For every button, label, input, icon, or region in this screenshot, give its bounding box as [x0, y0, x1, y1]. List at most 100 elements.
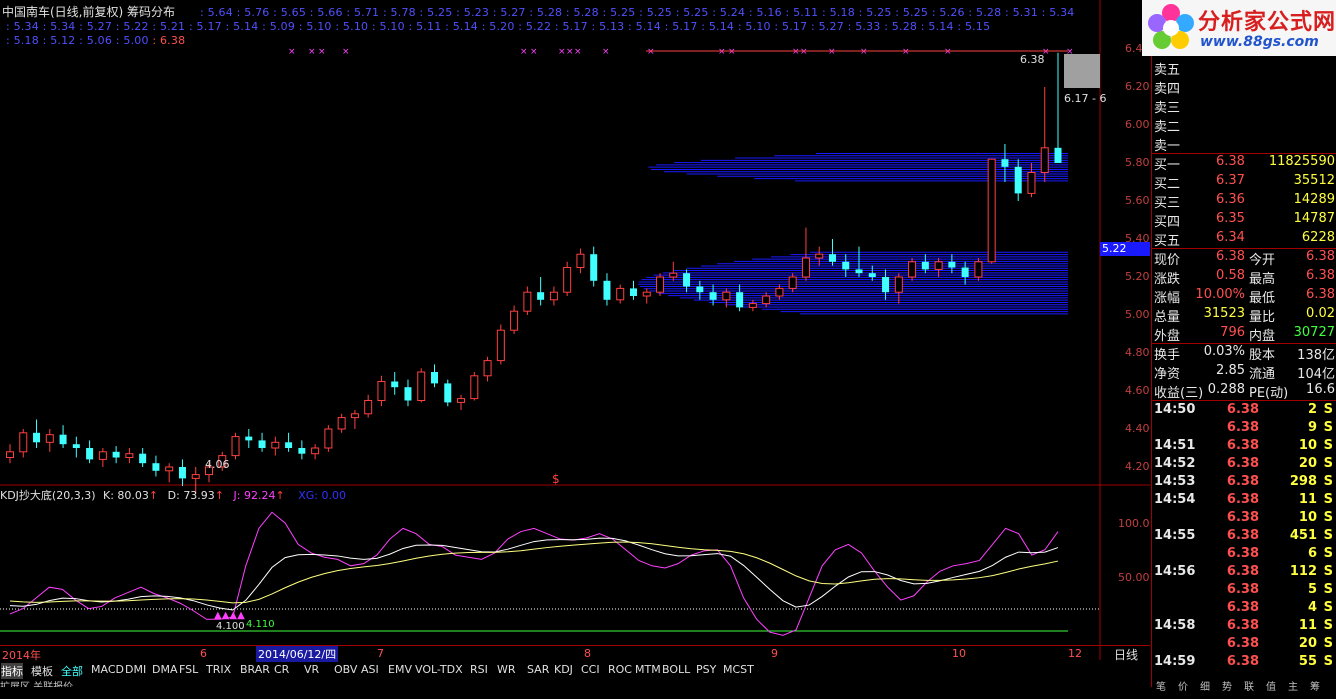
candle-body-up — [934, 261, 943, 270]
tab-wr[interactable]: WR — [497, 663, 516, 676]
candle-body-down — [736, 292, 744, 308]
finance-row: 净资 2.85 流通 104亿 — [1154, 363, 1335, 382]
tab-mtm[interactable]: MTM — [635, 663, 661, 676]
tick-row: 14:54 6.38 11 S — [1154, 492, 1333, 507]
price-axis-label: 6.20 — [1125, 80, 1150, 93]
kdj-low-label: ▲▲▲▲ — [214, 610, 245, 621]
logo-title: 分析家公式网 — [1198, 10, 1336, 35]
candle-body-down — [590, 254, 598, 281]
indicator-xg: XG: 0.00 — [298, 489, 346, 502]
stat-row: 涨跌 0.58 最高 6.38 — [1154, 268, 1335, 287]
indicator-k: K: 80.03 — [103, 489, 149, 502]
indicator-level-50: 50.00 — [1118, 571, 1150, 584]
tab-cr[interactable]: CR — [274, 663, 289, 676]
tab-vr[interactable]: VR — [304, 663, 319, 676]
indicator-legend: KDJ抄大底(20,3,3) K: 80.03↑ D: 73.93↑ J: 92… — [0, 489, 346, 502]
tab-obv[interactable]: OBV — [334, 663, 357, 676]
tab-模板[interactable]: 模板 — [31, 663, 53, 679]
price-axis-label: 5.80 — [1125, 156, 1150, 169]
tab-sar[interactable]: SAR — [527, 663, 549, 676]
candle-body-up — [510, 310, 519, 331]
tab-全部[interactable]: 全部 — [61, 663, 83, 679]
x-label-9: 9 — [771, 647, 778, 660]
tab-macd[interactable]: MACD — [91, 663, 124, 676]
candle-body-down — [1001, 159, 1009, 167]
signal-x-mark: × — [566, 47, 574, 57]
tab-dma[interactable]: DMA — [152, 663, 178, 676]
signal-x-mark: × — [288, 47, 296, 57]
tab-boll[interactable]: BOLL — [662, 663, 690, 676]
tick-row: 14:55 6.38 451 S — [1154, 528, 1333, 543]
tick-row: 14:53 6.38 298 S — [1154, 474, 1333, 489]
panel-tab[interactable]: 值 — [1266, 678, 1276, 693]
x-label-6: 6 — [200, 647, 207, 660]
tab-brar[interactable]: BRAR — [240, 663, 270, 676]
panel-tab[interactable]: 细 — [1200, 678, 1210, 693]
panel-tab[interactable]: 主 — [1288, 678, 1298, 693]
tab-trix[interactable]: TRIX — [206, 663, 231, 676]
tick-row: 14:51 6.38 10 S — [1154, 438, 1333, 453]
candlestick-chart[interactable]: × × × × × × × × × × × × × × × × × × × × × — [0, 0, 1150, 687]
candle-body-up — [908, 261, 917, 278]
panel-tab[interactable]: 筹 — [1310, 678, 1320, 693]
sell-order-row: 卖一 — [1154, 139, 1181, 154]
candle-body-up — [523, 291, 532, 312]
x-label-12: 12 — [1068, 647, 1082, 660]
signal-x-mark: × — [574, 47, 582, 57]
cost-label: 6.17 - 6 — [1064, 92, 1107, 105]
panel-tab[interactable]: 笔 — [1156, 678, 1166, 693]
stat-row: 现价 6.38 今开 6.38 — [1154, 249, 1335, 268]
candle-body-up — [669, 272, 678, 278]
kdj-low-value-2: 4.110 — [246, 619, 275, 630]
candle-body-down — [1054, 147, 1062, 163]
candle-body-up — [45, 434, 54, 443]
tab-psy[interactable]: PSY — [696, 663, 716, 676]
tick-row: 14:59 6.38 55 S — [1154, 654, 1333, 669]
signal-x-mark: × — [902, 47, 910, 57]
period-label[interactable]: 日线 — [1114, 646, 1138, 663]
panel-tab[interactable]: 势 — [1222, 678, 1232, 693]
candle-body-up — [417, 371, 426, 401]
signal-x-mark: × — [308, 47, 316, 57]
flower-logo-icon — [1148, 4, 1194, 49]
candle-body-down — [1014, 166, 1022, 194]
candle-body-up — [775, 287, 784, 297]
tab-mcst[interactable]: MCST — [723, 663, 754, 676]
tab-fsl[interactable]: FSL — [179, 663, 198, 676]
finance-row: 换手 0.03% 股本 138亿 — [1154, 344, 1335, 363]
candle-body-down — [139, 453, 147, 464]
tab-emv[interactable]: EMV — [388, 663, 412, 676]
candle-body-up — [762, 295, 771, 305]
tab-kdj[interactable]: KDJ — [554, 663, 573, 676]
price-axis-label: 4.40 — [1125, 422, 1150, 435]
x-label-8: 8 — [584, 647, 591, 660]
tick-row: 14:50 6.38 2 S — [1154, 402, 1333, 417]
panel-tab[interactable]: 价 — [1178, 678, 1188, 693]
tab-roc[interactable]: ROC — [608, 663, 632, 676]
signal-x-mark: × — [558, 47, 566, 57]
tab-dmi[interactable]: DMI — [125, 663, 146, 676]
candle-body-down — [828, 254, 836, 262]
candle-body-up — [337, 417, 346, 430]
sell-order-row: 卖四 — [1154, 82, 1181, 97]
candle-body-up — [656, 276, 665, 293]
candle-body-up — [815, 253, 824, 259]
quote-panel: 卖五 卖四 卖三 卖二 卖一 买一 6.38 11825590 买二 6.37 35512 买三 6.3… — [1151, 0, 1336, 693]
candle-body-up — [324, 428, 333, 449]
low-price-label: 4.06 — [205, 458, 230, 471]
signal-marker: $ — [552, 472, 560, 486]
tab-指标[interactable]: 指标 — [1, 663, 23, 679]
candle-body-down — [855, 269, 863, 274]
signal-x-mark: × — [800, 47, 808, 57]
x-date-highlight: 2014/06/12/四 — [256, 646, 339, 662]
tab-rsi[interactable]: RSI — [470, 663, 488, 676]
panel-tab[interactable]: 联 — [1244, 678, 1254, 693]
candle-body-up — [377, 381, 386, 401]
candle-body-up — [470, 375, 479, 400]
tab-asi[interactable]: ASI — [361, 663, 379, 676]
tab-cci[interactable]: CCI — [581, 663, 600, 676]
high-price-label: 6.38 — [1020, 53, 1045, 66]
candle-body-down — [961, 267, 969, 277]
chart-area[interactable]: 中国南车(日线,前复权) 筹码分布 : 5.64 : 5.76 : 5.65 :… — [0, 0, 1150, 687]
tab-vol-tdx[interactable]: VOL-TDX — [415, 663, 463, 676]
